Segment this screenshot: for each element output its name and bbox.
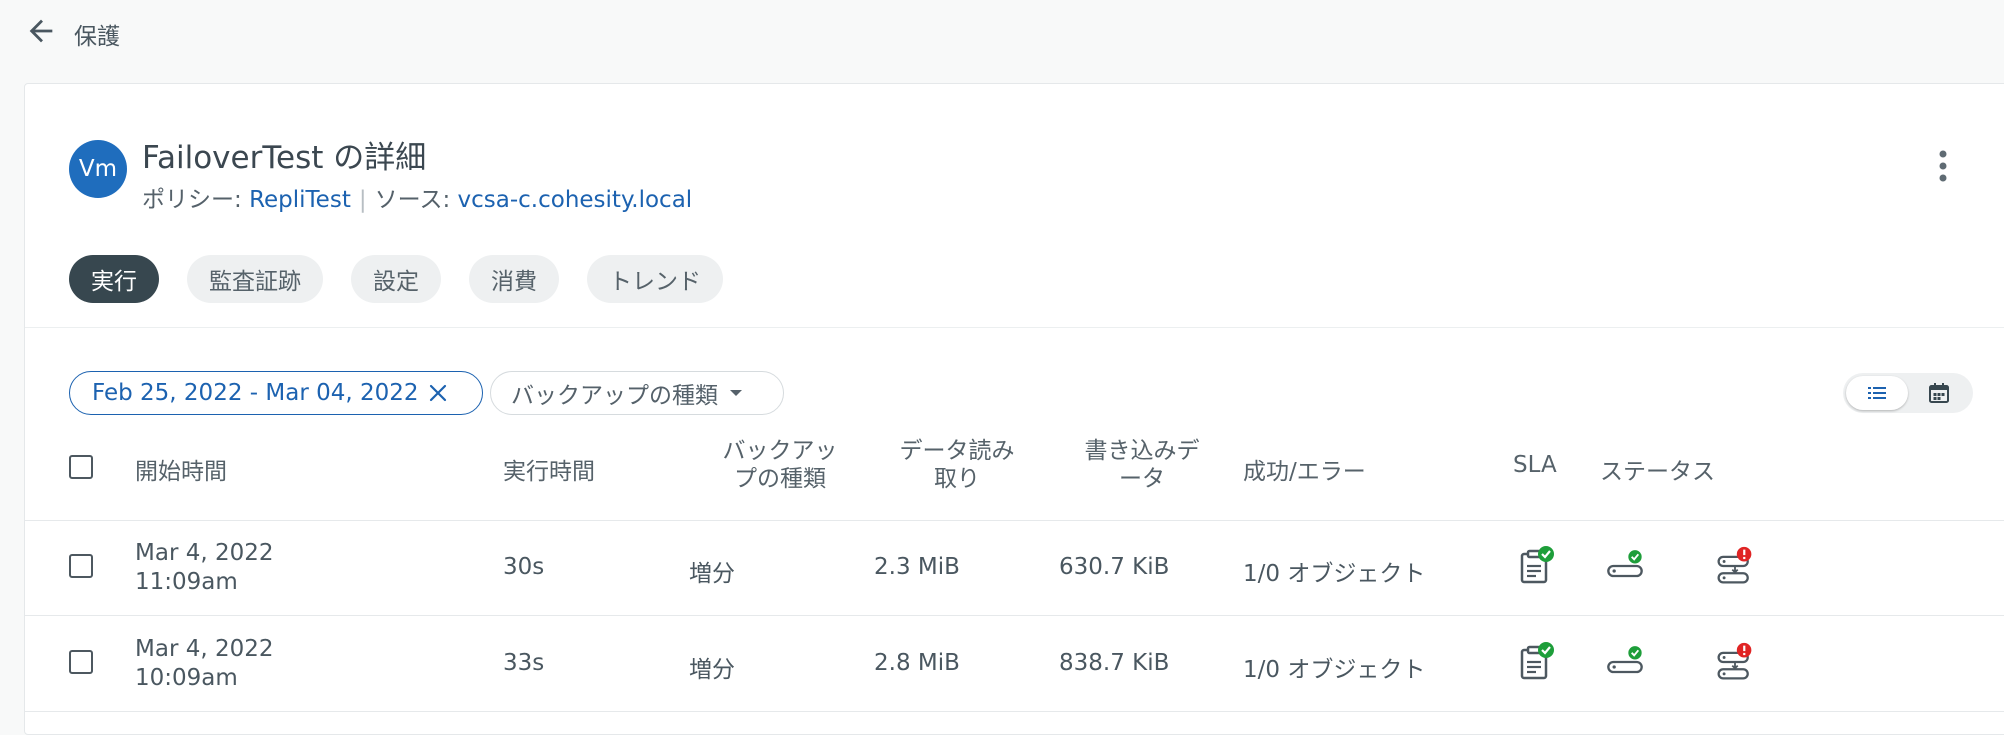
run-time: 11:09am [135, 569, 238, 595]
tab-bar: 実行 監査証跡 設定 消費 トレンド [69, 255, 723, 303]
column-header-data-written-line1: 書き込みデ [1084, 438, 1200, 464]
top-bar: 保護 [0, 0, 2004, 64]
view-toggle [1843, 373, 1973, 413]
source-link[interactable]: vcsa-c.cohesity.local [458, 187, 693, 213]
backup-type-filter[interactable]: バックアップの種類 [490, 371, 784, 415]
list-icon [1868, 387, 1886, 399]
tab-runs[interactable]: 実行 [69, 255, 159, 303]
column-header-backup-type-line2: プの種類 [734, 466, 826, 492]
tab-audit-trail[interactable]: 監査証跡 [187, 255, 323, 303]
sla-met-icon[interactable] [1516, 642, 1556, 682]
column-header-data-written-line2: ータ [1119, 466, 1165, 492]
date-range-label: Feb 25, 2022 - Mar 04, 2022 [92, 380, 419, 406]
table-header-divider [25, 520, 2004, 521]
row-checkbox[interactable] [69, 650, 93, 674]
run-data-read: 2.8 MiB [874, 650, 960, 676]
column-header-data-read-line1: データ読み [899, 438, 1015, 464]
run-data-written: 630.7 KiB [1059, 554, 1170, 580]
calendar-icon[interactable] [1927, 381, 1951, 405]
run-start-time[interactable]: Mar 4, 2022 10:09am [135, 635, 274, 693]
run-result: 1/0 オブジェクト [1243, 561, 1426, 587]
source-label: ソース: [374, 187, 458, 213]
run-data-read: 2.3 MiB [874, 554, 960, 580]
column-header-data-read[interactable]: データ読み 取り [872, 437, 1042, 493]
run-backup-type: 増分 [689, 561, 735, 587]
protection-group-details-card: Vm FailoverTest の詳細 ポリシー: RepliTest | ソース:… [24, 83, 2004, 735]
section-divider [25, 327, 2004, 328]
run-duration: 33s [503, 650, 545, 676]
row-divider [25, 711, 2004, 712]
column-header-duration[interactable]: 実行時間 [503, 452, 595, 486]
policy-link[interactable]: RepliTest [249, 187, 351, 213]
column-header-data-written[interactable]: 書き込みデ ータ [1057, 437, 1227, 493]
date-range-filter[interactable]: Feb 25, 2022 - Mar 04, 2022 [69, 371, 483, 415]
run-start-time[interactable]: Mar 4, 2022 11:09am [135, 539, 274, 597]
tab-trends[interactable]: トレンド [587, 255, 723, 303]
back-arrow-icon[interactable] [24, 14, 58, 48]
select-all-checkbox[interactable] [69, 455, 93, 479]
run-backup-type: 増分 [689, 657, 735, 683]
back-link-label[interactable]: 保護 [74, 17, 120, 51]
chevron-down-icon [730, 390, 742, 396]
replication-error-icon[interactable] [1715, 546, 1755, 586]
row-divider [25, 615, 2004, 616]
policy-label: ポリシー: [142, 187, 250, 213]
tab-settings[interactable]: 設定 [351, 255, 441, 303]
group-subtitle: ポリシー: RepliTest | ソース: vcsa-c.cohesity.loc… [142, 180, 692, 214]
run-data-written: 838.7 KiB [1059, 650, 1170, 676]
run-duration: 30s [503, 554, 545, 580]
column-header-success-error[interactable]: 成功/エラー [1243, 452, 1366, 486]
avatar: Vm [69, 140, 127, 198]
list-view-button[interactable] [1846, 376, 1908, 410]
run-time: 10:09am [135, 665, 238, 691]
more-options-icon[interactable] [1931, 146, 1955, 186]
column-header-backup-type-line1: バックアッ [722, 438, 838, 464]
sla-met-icon[interactable] [1516, 546, 1556, 586]
column-header-data-read-line2: 取り [934, 466, 980, 492]
run-date: Mar 4, 2022 [135, 540, 274, 566]
row-checkbox[interactable] [69, 554, 93, 578]
column-header-backup-type[interactable]: バックアッ プの種類 [685, 437, 875, 493]
run-result: 1/0 オブジェクト [1243, 657, 1426, 683]
close-icon[interactable] [429, 384, 447, 402]
backup-success-icon[interactable] [1605, 642, 1645, 682]
tab-consumption[interactable]: 消費 [469, 255, 559, 303]
run-date: Mar 4, 2022 [135, 636, 274, 662]
column-header-sla[interactable]: SLA [1513, 452, 1557, 478]
column-header-start-time[interactable]: 開始時間 [135, 452, 227, 486]
backup-success-icon[interactable] [1605, 546, 1645, 586]
page-title: FailoverTest の詳細 [142, 140, 427, 176]
separator: | [358, 187, 367, 213]
backup-type-filter-label: バックアップの種類 [511, 383, 718, 409]
column-header-status[interactable]: ステータス [1600, 452, 1715, 486]
replication-error-icon[interactable] [1715, 642, 1755, 682]
